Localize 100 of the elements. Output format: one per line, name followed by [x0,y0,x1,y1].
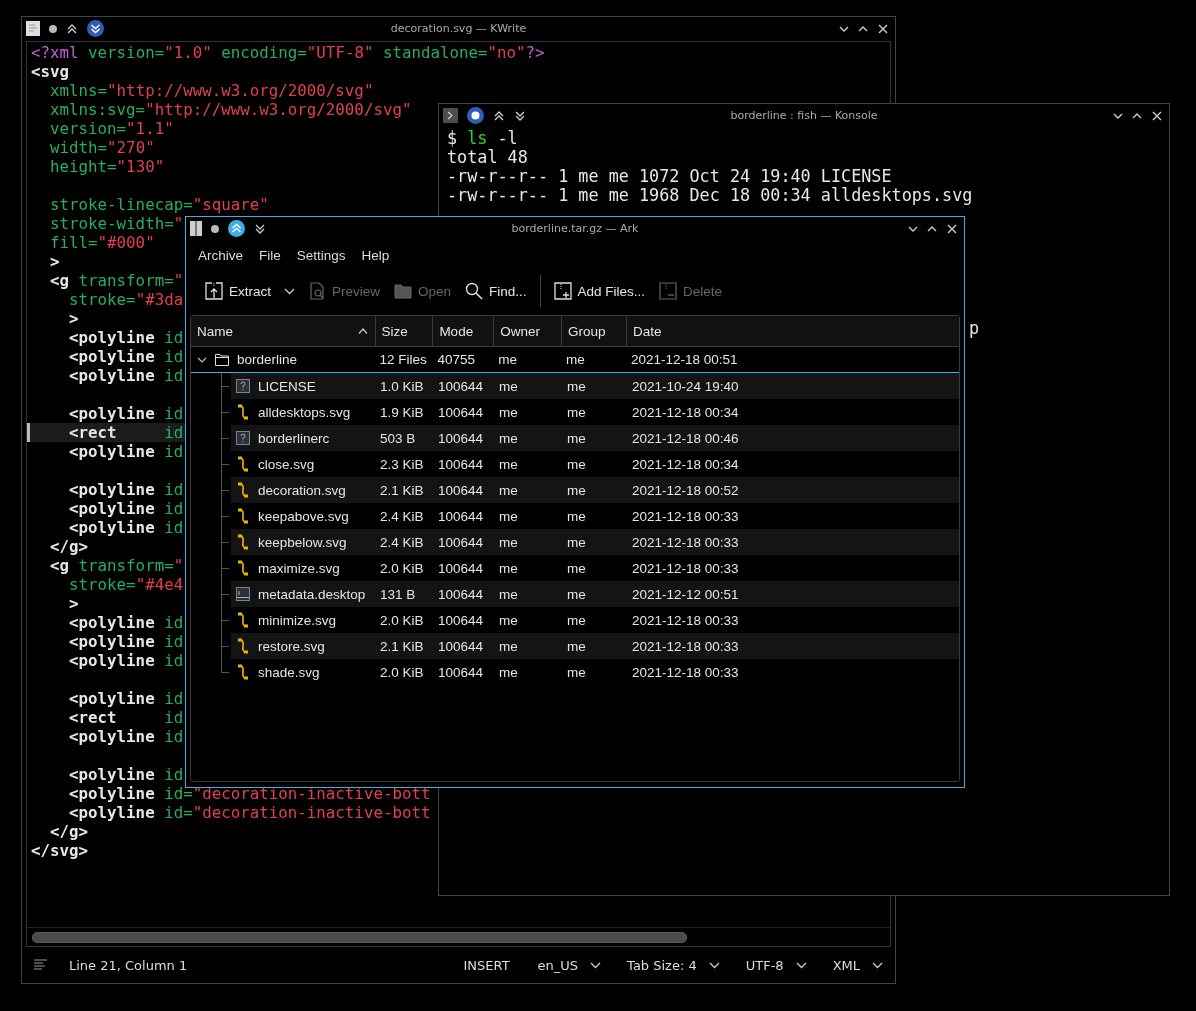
tree-row[interactable]: LICENSE 1.0 KiB 100644 me me 2021-10-24 19:40 [231,373,959,399]
code-line: <g transform=" [49,271,184,290]
code-line: > [49,252,60,271]
keep-above-icon[interactable] [66,22,78,35]
status-dropdown[interactable]: UTF-8 [745,957,807,973]
vector-curve-icon [237,534,249,550]
file-name: decoration.svg [258,482,346,498]
code-line: <polyline id [68,328,184,347]
input-mode[interactable]: INSERT [463,957,510,973]
vector-curve-icon [237,508,249,524]
column-header[interactable]: Owner [494,316,563,346]
table-cell-text: 2021-12-18 00:33 [631,664,740,680]
code-line: <?xml version="1.0" encoding="UTF-8" standalone="no"?> [31,43,545,62]
tree-row[interactable]: shade.svg 2.0 KiB 100644 me me 2021-12-18 00:33 [231,659,959,685]
scrollbar-thumb[interactable] [32,931,687,943]
table-cell-text: 2021-12-18 00:33 [631,638,740,654]
tree-row[interactable]: decoration.svg 2.1 KiB 100644 me me 2021-12-18 00:52 [231,477,959,503]
window-controls-icon[interactable] [839,22,889,35]
status-dropdown[interactable]: Tab Size: 4 [627,957,720,973]
code-line: stroke="#3da [68,290,184,309]
code-line: </g> [49,822,89,841]
table-cell-text: me [498,482,519,498]
vector-curve-icon [237,638,249,654]
toolbar-button[interactable]: Add Files... [548,278,651,304]
tree-row[interactable]: restore.svg 2.1 KiB 100644 me me 2021-12-18 00:33 [231,633,959,659]
tree-row[interactable]: keepbelow.svg 2.4 KiB 100644 me me 2021-12-18 00:33 [231,529,959,555]
column-header[interactable]: Group [562,316,627,346]
code-line: height="130" [49,157,165,176]
table-cell-text: 100644 [437,430,485,446]
tree-row[interactable]: maximize.svg 2.0 KiB 100644 me me 2021-12-18 00:33 [231,555,959,581]
document-magnifier-icon [308,282,326,300]
table-cell-text: 100644 [437,482,485,498]
column-header[interactable]: Name [191,316,376,346]
table-cell-text: me [498,430,519,446]
caret-icon [795,961,807,969]
table-cell-text: 2.4 KiB [379,508,425,524]
table-cell-text: 2021-12-12 00:51 [631,586,740,602]
column-header[interactable]: Size [375,316,434,346]
pin-dot-icon[interactable] [49,24,57,33]
tree-row[interactable]: metadata.desktop 131 B 100644 me me 2021-12-12 00:51 [231,581,959,607]
code-line: stroke-linecap="square" [49,195,269,214]
column-header[interactable]: Date [626,316,959,346]
tree-row[interactable]: keepabove.svg 2.4 KiB 100644 me me 2021-12-18 00:33 [231,503,959,529]
table-cell-text: 2.0 KiB [379,560,425,576]
cursor-position[interactable]: Line 21, Column 1 [69,957,188,973]
table-cell-text: me [566,430,587,446]
menu-item[interactable]: Help [353,243,398,267]
code-line: xmlns="http://www.w3.org/2000/svg" [49,81,374,100]
tree-row[interactable]: close.svg 2.3 KiB 100644 me me 2021-12-18 00:34 [231,451,959,477]
table-cell-text: 100644 [437,638,485,654]
table-cell-text: me [498,534,519,550]
desktop-file-icon [236,587,250,601]
keep-above-icon[interactable] [228,220,245,237]
tree-row[interactable]: minimize.svg 2.0 KiB 100644 me me 2021-12-18 00:33 [231,607,959,633]
code-line: <polyline id [68,632,184,651]
keep-above-icon[interactable] [493,109,505,122]
code-line: <polyline id [68,366,184,385]
file-name: close.svg [258,456,315,472]
code-line: <polyline id [68,765,184,784]
table-cell-text: me [566,664,587,680]
pin-dot-icon[interactable] [211,224,219,233]
keep-below-icon[interactable] [514,109,526,122]
folder-icon [215,353,229,366]
tree-row[interactable]: borderlinerc 503 B 100644 me me 2021-12-18 00:46 [231,425,959,451]
table-cell-text: me [566,534,587,550]
toolbar-button[interactable]: Extract [200,278,276,304]
code-line: <polyline id [68,518,184,537]
terminal-icon[interactable] [443,108,458,123]
column-header[interactable]: Mode [433,316,495,346]
status-dropdown[interactable]: XML [832,957,883,973]
table-cell-text: me [498,612,519,628]
archive-icon[interactable] [190,221,202,236]
window-controls-icon[interactable] [1113,109,1163,122]
tree-row[interactable]: alldesktops.svg 1.9 KiB 100644 me me 2021-12-18 00:34 [231,399,959,425]
file-tree[interactable] [190,315,960,782]
menu-item[interactable]: File [251,243,289,267]
menu-item[interactable]: Settings [288,243,354,267]
table-cell-text: me [498,560,519,576]
caret-icon [708,961,720,969]
file-name: alldesktops.svg [258,404,351,420]
keep-below-icon[interactable] [87,20,104,37]
code-line: <g transform=" [49,556,184,575]
table-cell-text: me [498,586,519,602]
menu-item[interactable]: Archive [190,243,251,267]
table-cell-text: 2021-12-18 00:46 [631,430,740,446]
terminal-output: -rw-r--r-- 1 me me 1968 Dec 18 00:34 alldesktops.svg [447,186,973,205]
status-dropdown[interactable]: en_US [537,957,602,973]
table-cell-text: 2021-12-18 00:33 [631,508,740,524]
table-cell-text: 100644 [437,586,485,602]
caret-icon [590,961,602,969]
vector-curve-icon [237,560,249,576]
table-cell-text: 2021-12-18 00:33 [631,612,740,628]
code-line: > [68,594,79,613]
toolbar-button[interactable]: Find... [460,278,532,304]
window-controls-icon[interactable] [908,222,958,235]
unknown-file-icon [236,431,250,445]
table-cell-text: 2.1 KiB [379,482,425,498]
keep-below-icon[interactable] [254,222,266,235]
vector-curve-icon [237,664,249,680]
pin-dot-icon[interactable] [467,107,484,124]
